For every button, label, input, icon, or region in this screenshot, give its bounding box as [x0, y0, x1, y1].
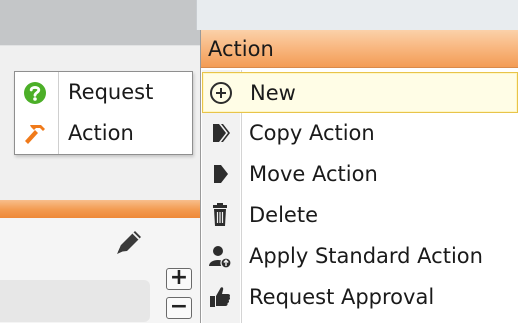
menu-header: Action — [201, 30, 518, 68]
menu-item-new[interactable]: New — [202, 72, 518, 113]
menu-item-request-approval[interactable]: Request Approval — [202, 277, 518, 318]
pencil-icon[interactable] — [112, 228, 146, 258]
divider — [0, 45, 200, 46]
menu-item-apply-standard-action[interactable]: Apply Standard Action — [202, 236, 518, 277]
plus-circle-icon — [207, 80, 235, 106]
context-menu: Action New Copy Action Move Action Delet… — [200, 30, 518, 323]
menu-item-label: Move Action — [249, 162, 378, 186]
user-upload-icon — [206, 243, 234, 269]
trash-icon — [206, 202, 234, 228]
double-arrow-icon — [206, 120, 234, 146]
menu-item-label: Apply Standard Action — [249, 244, 483, 268]
arrow-right-icon — [206, 161, 234, 187]
type-legend: Request Action — [14, 71, 193, 155]
menu-item-move-action[interactable]: Move Action — [202, 154, 518, 195]
increment-button[interactable]: + — [166, 267, 192, 290]
legend-label: Action — [68, 121, 134, 145]
menu-top-strip — [196, 0, 518, 30]
section-header-bar — [0, 200, 200, 218]
legend-label: Request — [68, 80, 154, 104]
background-top-bar — [0, 0, 200, 45]
hammer-icon — [22, 121, 50, 147]
legend-item-request: Request — [15, 72, 192, 113]
menu-item-label: New — [250, 81, 296, 105]
legend-item-action: Action — [15, 113, 192, 154]
thumbs-up-icon — [206, 284, 234, 310]
menu-item-label: Copy Action — [249, 121, 375, 145]
menu-item-label: Request Approval — [249, 285, 435, 309]
menu-item-delete[interactable]: Delete — [202, 195, 518, 236]
menu-item-label: Delete — [249, 203, 318, 227]
question-circle-icon — [22, 80, 50, 106]
menu-item-copy-action[interactable]: Copy Action — [202, 113, 518, 154]
menu-title: Action — [208, 37, 274, 61]
text-field[interactable] — [0, 280, 150, 322]
decrement-button[interactable]: − — [166, 296, 192, 319]
